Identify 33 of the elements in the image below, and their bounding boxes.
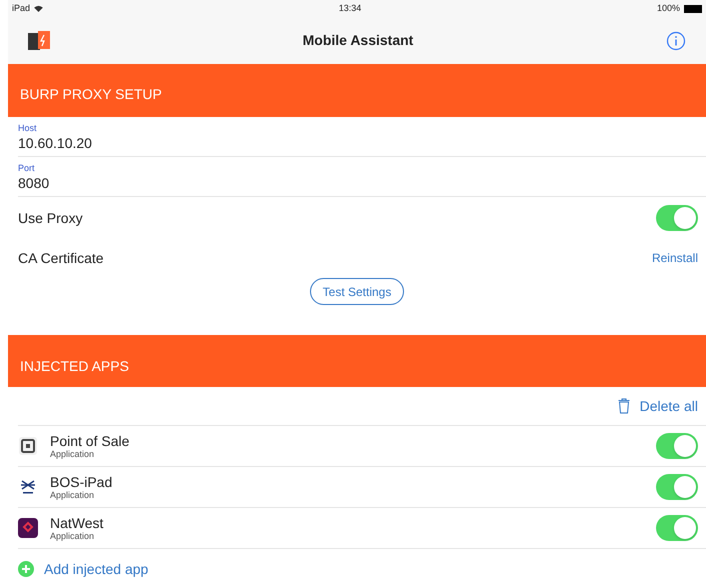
reinstall-link[interactable]: Reinstall [652, 249, 698, 267]
toggle-switch[interactable] [656, 474, 698, 500]
trash-icon[interactable] [618, 398, 630, 414]
app-logo-icon[interactable] [28, 30, 50, 50]
plus-icon [18, 561, 34, 577]
app-name: BOS-iPad [50, 474, 114, 490]
section-title: INJECTED APPS [20, 357, 129, 376]
window-title: Mobile Assistant [302, 31, 414, 50]
app-type: Application [50, 490, 96, 500]
info-icon[interactable] [666, 30, 686, 50]
field-label: Host [18, 122, 38, 134]
square-app-icon [18, 436, 38, 456]
add-app-button[interactable]: Add injected app [18, 549, 148, 583]
wifi-icon [34, 5, 44, 12]
section-title: BURP PROXY SETUP [20, 85, 162, 104]
delete-all-button[interactable]: Delete all [640, 396, 698, 416]
app-name: Point of Sale [50, 432, 130, 448]
device-name: iPad [12, 2, 30, 15]
input-field[interactable]: 8080 [18, 174, 318, 192]
battery-icon [684, 4, 702, 12]
setting-label: Use Proxy [18, 208, 83, 228]
test-settings-button[interactable]: Test Settings [310, 278, 404, 305]
toggle-switch[interactable] [656, 515, 698, 541]
app-type: Application [50, 530, 96, 542]
battery-percent: 100% [656, 2, 680, 15]
clock: 13:34 [338, 2, 362, 15]
app-type: Application [50, 448, 96, 460]
input-field[interactable]: 10.60.10.20 [18, 134, 318, 152]
field-label: Port [18, 162, 36, 174]
toggle-switch[interactable] [656, 205, 698, 231]
app-name: NatWest [50, 514, 104, 530]
toggle-switch[interactable] [656, 433, 698, 459]
setting-label: CA Certificate [18, 248, 104, 268]
